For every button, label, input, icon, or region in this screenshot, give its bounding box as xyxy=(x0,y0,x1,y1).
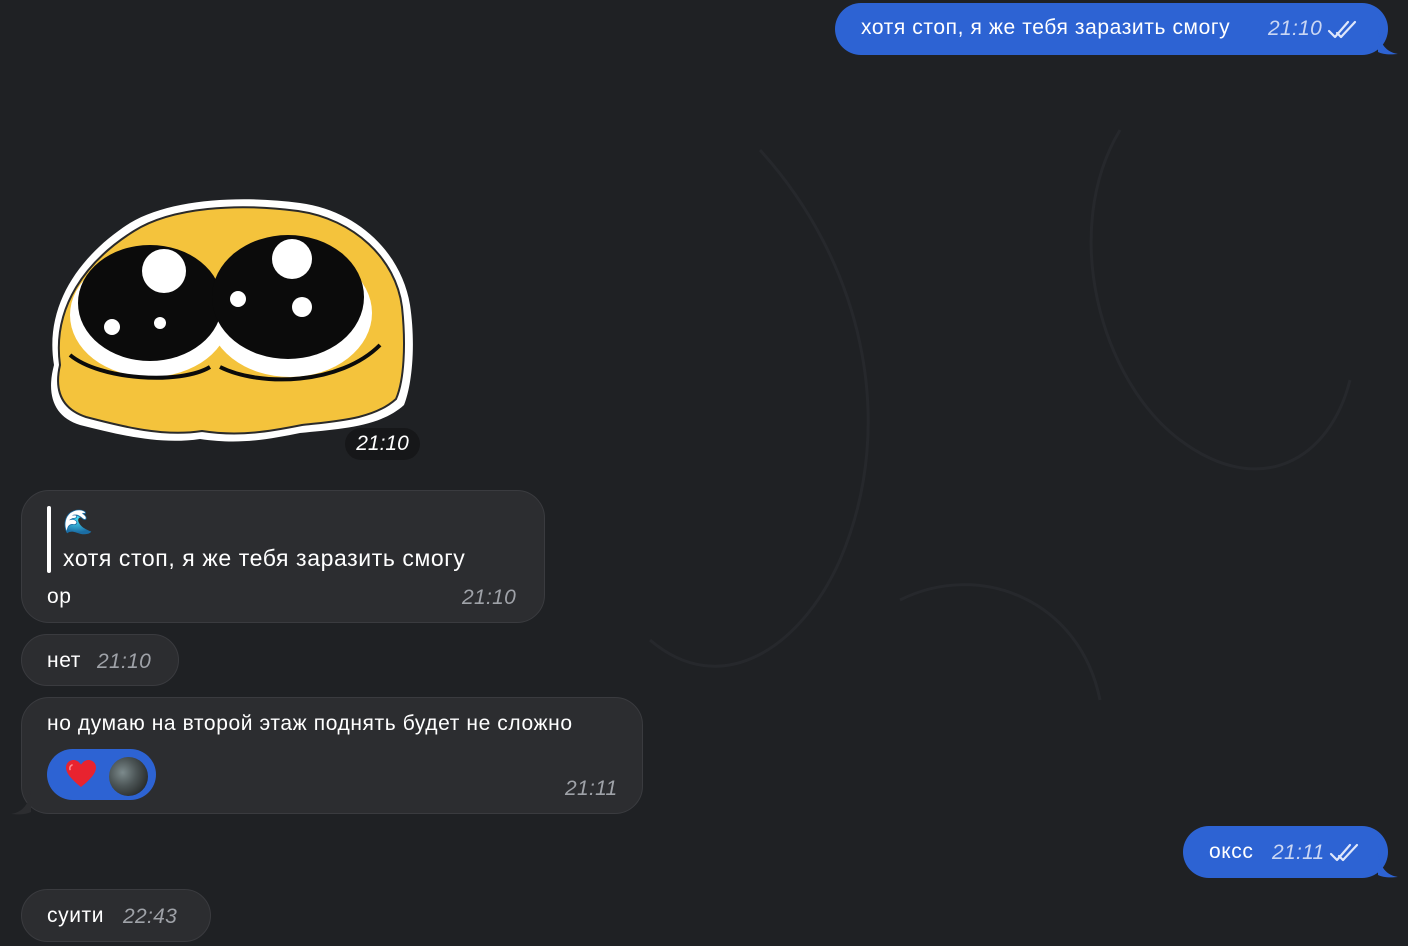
message-time: 21:11 xyxy=(565,777,618,800)
reaction-pill[interactable] xyxy=(47,749,156,800)
reply-quote-bar xyxy=(47,506,51,573)
chat-messages: хотя стоп, я же тебя заразить смогу 21:1… xyxy=(0,0,1408,946)
heart-icon xyxy=(66,760,96,787)
message-text: но думаю на второй этаж поднять будет не… xyxy=(47,712,573,735)
message-outgoing[interactable]: оксс 21:11 xyxy=(1183,826,1388,878)
message-text: оксс xyxy=(1209,840,1254,863)
message-text: хотя стоп, я же тебя заразить смогу xyxy=(861,16,1231,39)
message-time: 21:10 xyxy=(97,650,152,673)
message-text: ор xyxy=(47,585,72,608)
bubble-tail xyxy=(1378,853,1398,878)
message-text: нет xyxy=(47,649,81,672)
sticker-time: 21:10 xyxy=(345,428,420,460)
double-check-icon xyxy=(1329,843,1359,862)
message-incoming-reply[interactable]: 🌊 хотя стоп, я же тебя заразить смогу ор… xyxy=(21,490,545,623)
bubble-tail xyxy=(11,790,31,815)
sticker-yellow-blob[interactable] xyxy=(40,195,414,447)
message-time: 21:11 xyxy=(1272,841,1325,864)
wave-icon: 🌊 xyxy=(63,509,94,536)
message-time: 22:43 xyxy=(123,905,178,928)
message-incoming[interactable]: нет 21:10 xyxy=(21,634,179,686)
double-check-icon xyxy=(1327,20,1357,39)
message-time: 21:10 xyxy=(1268,17,1323,40)
message-outgoing[interactable]: хотя стоп, я же тебя заразить смогу 21:1… xyxy=(835,3,1388,55)
message-time: 21:10 xyxy=(462,586,517,609)
message-incoming-with-reaction[interactable]: но думаю на второй этаж поднять будет не… xyxy=(21,697,643,814)
message-text: суити xyxy=(47,904,105,927)
reply-quoted-text[interactable]: хотя стоп, я же тебя заразить смогу xyxy=(63,545,465,572)
avatar xyxy=(109,757,148,796)
bubble-tail xyxy=(1378,30,1398,55)
message-incoming[interactable]: суити 22:43 xyxy=(21,889,211,942)
